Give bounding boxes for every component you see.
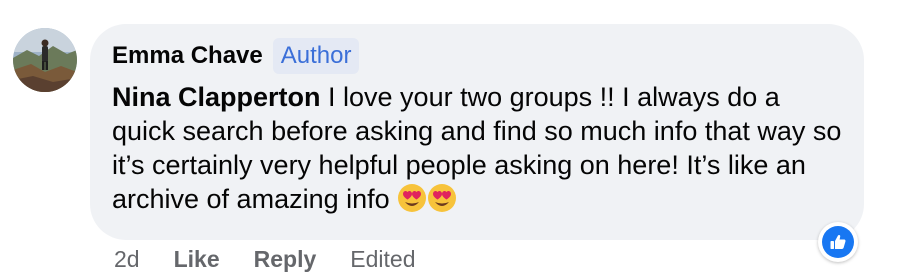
comment-header: Emma Chave Author: [112, 38, 360, 74]
comment-bubble: Emma Chave Author Nina Clapperton I love…: [90, 24, 864, 240]
reply-button[interactable]: Reply: [254, 246, 317, 273]
timestamp[interactable]: 2d: [114, 246, 140, 273]
comment-actions: 2d Like Reply Edited: [114, 246, 415, 273]
edited-label[interactable]: Edited: [350, 246, 415, 273]
like-button[interactable]: Like: [174, 246, 220, 273]
like-reaction-badge[interactable]: [818, 222, 858, 262]
avatar[interactable]: [13, 28, 77, 92]
heart-eyes-emoji-icon: [397, 183, 427, 213]
thumbs-up-icon: [822, 226, 854, 258]
heart-eyes-emoji-icon: [427, 183, 457, 213]
author-name[interactable]: Emma Chave: [112, 42, 263, 70]
mention-link[interactable]: Nina Clapperton: [112, 82, 321, 112]
comment-text: Nina Clapperton I love your two groups !…: [112, 80, 842, 216]
author-badge: Author: [272, 38, 360, 74]
